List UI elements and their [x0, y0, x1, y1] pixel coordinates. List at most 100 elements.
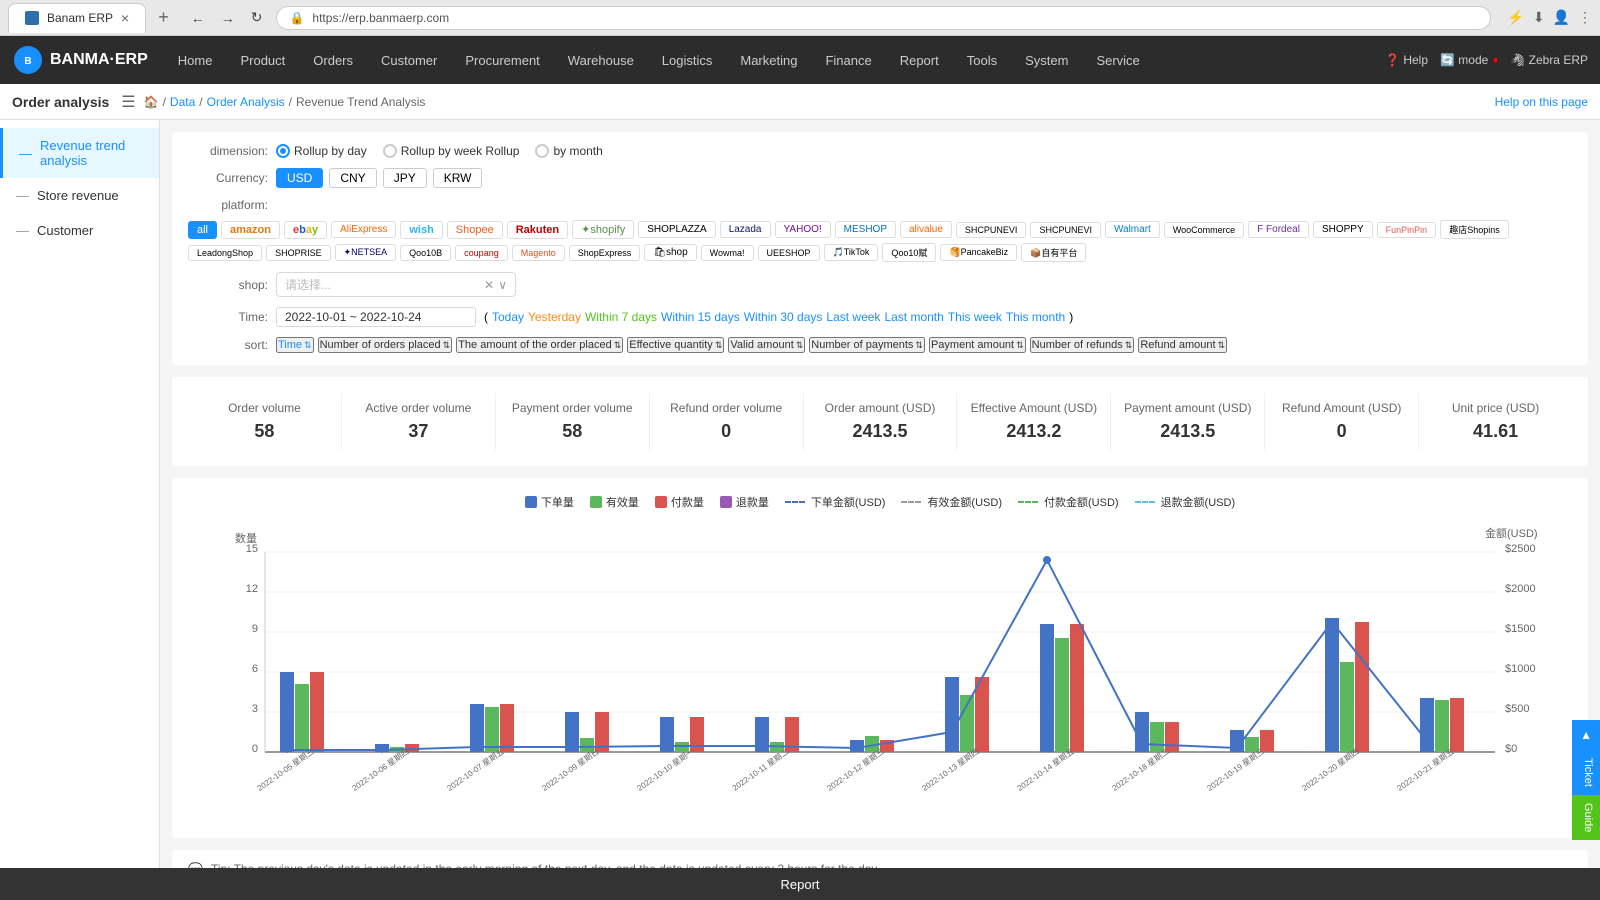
platform-woocommerce[interactable]: WooCommerce	[1164, 222, 1244, 238]
nav-marketing[interactable]: Marketing	[726, 36, 811, 84]
sort-orders-placed[interactable]: Number of orders placed ⇅	[318, 337, 453, 353]
sidebar-item-store-revenue[interactable]: — Store revenue	[0, 178, 159, 213]
sort-num-payments[interactable]: Number of payments ⇅	[809, 337, 925, 353]
guide-button[interactable]: Guide	[1572, 795, 1600, 840]
sidebar-toggle[interactable]: ☰	[121, 92, 135, 112]
platform-shop[interactable]: 🛍shop	[644, 244, 696, 261]
time-this-week[interactable]: This week	[948, 310, 1002, 324]
platform-shopexpress[interactable]: ShopExpress	[569, 245, 641, 261]
platform-leadongshop[interactable]: LeadongShop	[188, 245, 262, 261]
sort-refund-amount[interactable]: Refund amount ⇅	[1138, 337, 1227, 353]
platform-shopify[interactable]: ✦shopify	[572, 220, 634, 239]
currency-krw[interactable]: KRW	[433, 168, 483, 188]
time-last-month[interactable]: Last month	[884, 310, 943, 324]
platform-netsea[interactable]: ✦NETSEA	[335, 244, 397, 261]
platform-pancakebiz[interactable]: 🥞PancakeBiz	[940, 244, 1017, 261]
refresh-button[interactable]: ↻	[245, 7, 269, 28]
platform-shoprise[interactable]: SHOPRISE	[266, 245, 331, 261]
help-link[interactable]: ❓ Help	[1385, 53, 1428, 67]
platform-lazada[interactable]: Lazada	[720, 221, 771, 238]
platform-qoo10r[interactable]: Qoo10赋	[882, 243, 936, 262]
nav-service[interactable]: Service	[1082, 36, 1153, 84]
time-30days[interactable]: Within 30 days	[744, 310, 823, 324]
time-today[interactable]: Today	[492, 310, 524, 324]
currency-usd[interactable]: USD	[276, 168, 323, 188]
time-15days[interactable]: Within 15 days	[661, 310, 740, 324]
platform-ueeshop[interactable]: UEESHOP	[758, 245, 820, 261]
platform-coupang[interactable]: coupang	[455, 245, 508, 261]
breadcrumb-order-analysis[interactable]: Order Analysis	[207, 95, 285, 109]
nav-home[interactable]: Home	[164, 36, 227, 84]
platform-shoplazza[interactable]: SHOPLAZZA	[638, 221, 715, 238]
help-on-page-link[interactable]: Help on this page	[1495, 95, 1588, 109]
nav-tools[interactable]: Tools	[953, 36, 1011, 84]
sidebar-item-customer[interactable]: — Customer	[0, 213, 159, 248]
platform-fordeal[interactable]: F Fordeal	[1248, 221, 1309, 238]
currency-cny[interactable]: CNY	[329, 168, 376, 188]
platform-tiktok[interactable]: 🎵TikTok	[824, 244, 879, 261]
active-tab[interactable]: Banam ERP ×	[8, 3, 146, 33]
platform-shoppy[interactable]: SHOPPY	[1313, 221, 1373, 238]
ticket-button[interactable]: Ticket	[1572, 750, 1600, 795]
nav-warehouse[interactable]: Warehouse	[554, 36, 648, 84]
profile-icon[interactable]: 👤	[1553, 9, 1570, 26]
platform-amazon[interactable]: amazon	[221, 221, 280, 239]
currency-jpy[interactable]: JPY	[383, 168, 427, 188]
forward-button[interactable]: →	[215, 8, 241, 28]
platform-meshop[interactable]: MESHOP	[835, 221, 896, 238]
platform-qoo10b[interactable]: Qoo10Β	[400, 245, 451, 261]
address-bar-container[interactable]: 🔒	[276, 6, 1491, 30]
nav-system[interactable]: System	[1011, 36, 1082, 84]
sort-time[interactable]: Time ⇅	[276, 337, 314, 353]
tab-close-button[interactable]: ×	[121, 10, 129, 26]
platform-wish[interactable]: wish	[400, 221, 442, 239]
platform-shopins[interactable]: 趣店Shopins	[1440, 220, 1509, 239]
mode-button[interactable]: 🔄 mode ●	[1440, 53, 1498, 67]
nav-procurement[interactable]: Procurement	[451, 36, 553, 84]
breadcrumb-data[interactable]: Data	[170, 95, 195, 109]
nav-logistics[interactable]: Logistics	[648, 36, 727, 84]
settings-icon[interactable]: ⋮	[1578, 9, 1592, 26]
sort-valid-amount[interactable]: Valid amount ⇅	[728, 337, 805, 353]
platform-wowma[interactable]: Wowma!	[701, 245, 754, 261]
sort-amount-placed[interactable]: The amount of the order placed ⇅	[456, 337, 623, 353]
nav-report[interactable]: Report	[886, 36, 953, 84]
platform-ebay[interactable]: ebay	[284, 221, 327, 239]
address-input[interactable]	[312, 11, 1478, 25]
sidebar-item-revenue-trend[interactable]: — Revenue trend analysis	[0, 128, 159, 178]
nav-orders[interactable]: Orders	[299, 36, 367, 84]
platform-rakuten[interactable]: Rakuten	[507, 221, 568, 239]
platform-alivalue[interactable]: alivalue	[900, 221, 952, 238]
extensions-icon[interactable]: ⚡	[1507, 9, 1524, 26]
nav-customer[interactable]: Customer	[367, 36, 451, 84]
platform-magento[interactable]: Magento	[512, 245, 565, 261]
sort-payment-amount[interactable]: Payment amount ⇅	[929, 337, 1026, 353]
download-icon[interactable]: ⬇	[1533, 9, 1545, 26]
platform-funpinpin[interactable]: FunPinPin	[1377, 222, 1437, 238]
platform-yahoo[interactable]: YAHOO!	[775, 221, 831, 238]
platform-aliexpress[interactable]: AliExpress	[331, 221, 396, 238]
sort-effective-qty[interactable]: Effective quantity ⇅	[627, 337, 724, 353]
nav-product[interactable]: Product	[226, 36, 299, 84]
platform-shcpunevi2[interactable]: SHCPUNEVI	[1030, 222, 1101, 238]
radio-by-month[interactable]: by month	[535, 144, 602, 158]
platform-own[interactable]: 📦自有平台	[1021, 243, 1086, 262]
time-yesterday[interactable]: Yesterday	[528, 310, 581, 324]
shop-dropdown[interactable]: 请选择... ✕ ∨	[276, 272, 516, 297]
new-tab-button[interactable]: +	[150, 7, 177, 28]
back-button[interactable]: ←	[185, 8, 211, 28]
zebra-erp-button[interactable]: 🦓 Zebra ERP	[1510, 53, 1588, 67]
radio-rollup-week[interactable]: Rollup by week Rollup	[383, 144, 520, 158]
platform-walmart[interactable]: Walmart	[1105, 221, 1160, 238]
sort-num-refunds[interactable]: Number of refunds ⇅	[1030, 337, 1135, 353]
scroll-up-button[interactable]: ▲	[1572, 720, 1600, 750]
platform-shcpunevi1[interactable]: SHCPUNEVI	[956, 222, 1027, 238]
platform-all[interactable]: all	[188, 221, 217, 239]
radio-rollup-day[interactable]: Rollup by day	[276, 144, 367, 158]
nav-finance[interactable]: Finance	[811, 36, 885, 84]
platform-shopee[interactable]: Shopee	[447, 221, 503, 239]
time-input[interactable]	[276, 307, 476, 327]
clear-icon[interactable]: ✕	[484, 278, 494, 292]
dropdown-icon[interactable]: ∨	[498, 278, 507, 292]
time-7days[interactable]: Within 7 days	[585, 310, 657, 324]
